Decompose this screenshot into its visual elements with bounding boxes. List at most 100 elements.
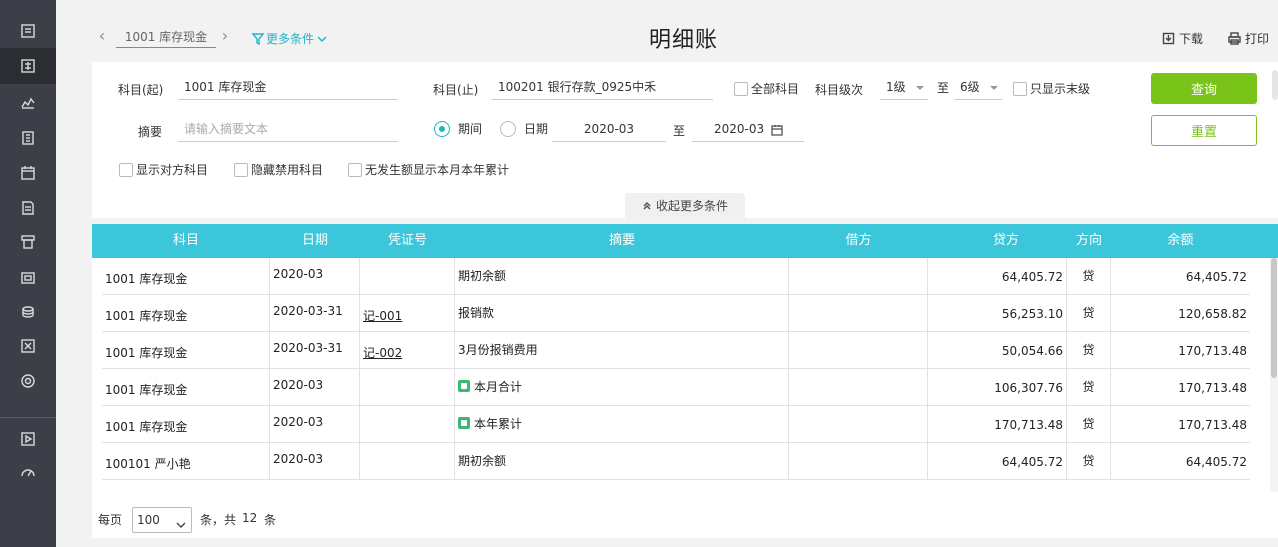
period-range-separator: 至: [673, 124, 686, 138]
col-header-debit[interactable]: 借方: [789, 224, 928, 258]
calendar-icon[interactable]: [771, 124, 783, 136]
nav-voucher-icon[interactable]: [0, 13, 56, 49]
download-label: 下载: [1179, 32, 1204, 46]
cell-debit: [789, 258, 928, 295]
summary-total-icon: [458, 417, 470, 429]
cell-voucher[interactable]: 记-002: [360, 332, 455, 369]
nav-report-icon[interactable]: [0, 84, 56, 120]
nav-archive-icon[interactable]: [0, 224, 56, 260]
table-row[interactable]: 1001 库存现金 2020-03 期初余额 64,405.72 贷 64,405.72: [102, 258, 1250, 295]
more-conditions-toggle[interactable]: 更多条件: [252, 30, 328, 47]
cell-date: 2020-03-31: [270, 332, 360, 369]
col-header-voucher[interactable]: 凭证号: [360, 224, 455, 258]
period-to-value: 2020-03: [714, 122, 765, 136]
hide-disabled-checkbox[interactable]: 隐藏禁用科目: [234, 161, 323, 178]
table-row[interactable]: 1001 库存现金 2020-03-31 记-001 报销款 56,253.10 贷 120…: [102, 295, 1250, 332]
cell-debit: [789, 406, 928, 443]
show-counter-account-checkbox[interactable]: 显示对方科目: [119, 161, 208, 178]
nav-tax-icon[interactable]: [0, 328, 56, 364]
cell-voucher: [360, 443, 455, 480]
cell-balance: 170,713.48: [1178, 381, 1247, 395]
prev-subject-chevron-left-icon[interactable]: ‹: [96, 28, 108, 44]
print-button[interactable]: 打印: [1228, 30, 1269, 47]
col-header-subject[interactable]: 科目: [102, 224, 270, 258]
nav-cashier-icon[interactable]: [0, 260, 56, 296]
date-radio[interactable]: 日期: [500, 120, 548, 137]
summary-input[interactable]: 请输入摘要文本: [178, 118, 398, 142]
table-row[interactable]: 1001 库存现金 2020-03 本月合计 106,307.76 贷 170,713.4…: [102, 369, 1250, 406]
page-size-select[interactable]: 100: [132, 507, 192, 533]
cell-subject: 100101 严小艳: [102, 443, 270, 480]
reset-button[interactable]: 重置: [1151, 115, 1257, 146]
period-from-input[interactable]: 2020-03: [552, 118, 666, 142]
cell-direction: 贷: [1067, 406, 1111, 443]
summary-label: 摘要: [138, 125, 163, 139]
cell-credit: 64,405.72: [928, 443, 1067, 480]
all-subjects-checkbox[interactable]: 全部科目: [734, 80, 799, 97]
cell-summary: 本月合计: [455, 369, 789, 406]
download-button[interactable]: 下载: [1162, 30, 1203, 47]
level-from-select[interactable]: 1级: [880, 76, 928, 100]
cell-direction: 贷: [1067, 332, 1111, 369]
level-from-value: 1级: [886, 80, 906, 94]
col-header-date[interactable]: 日期: [270, 224, 360, 258]
nav-coins-icon[interactable]: [0, 294, 56, 330]
no-amount-accum-box: [348, 162, 362, 177]
hide-disabled-box: [234, 162, 248, 177]
nav-calendar-icon[interactable]: [0, 155, 56, 191]
col-header-summary[interactable]: 摘要: [455, 224, 789, 258]
ledger-table: 科目 日期 凭证号 摘要 借方 贷方 方向 余额 1001 库存现金 2020-0…: [92, 224, 1278, 492]
next-subject-chevron-right-icon[interactable]: ›: [219, 28, 231, 44]
leaf-only-checkbox[interactable]: 只显示末级: [1013, 80, 1090, 97]
cell-subject: 1001 库存现金: [102, 406, 270, 443]
summary-text: 报销款: [458, 306, 495, 320]
cell-credit: 56,253.10: [928, 295, 1067, 332]
col-header-direction[interactable]: 方向: [1067, 224, 1111, 258]
current-subject-selector[interactable]: 1001 库存现金: [116, 28, 216, 48]
show-counter-account-label: 显示对方科目: [136, 163, 209, 177]
cell-credit: 106,307.76: [928, 369, 1067, 406]
table-row[interactable]: 1001 库存现金 2020-03-31 记-002 3月份报销费用 50,054.66…: [102, 332, 1250, 369]
table-scrollbar[interactable]: [1270, 258, 1278, 492]
level-to-value: 6级: [960, 80, 980, 94]
table-row[interactable]: 100101 严小艳 2020-03 期初余额 64,405.72 贷 64,405.72: [102, 443, 1250, 480]
left-nav-rail: [0, 0, 56, 547]
pager: 每页 100 条，共 12 条: [92, 492, 1278, 538]
period-radio-dot: [434, 120, 450, 137]
cell-date: 2020-03: [270, 258, 360, 295]
subject-to-input[interactable]: 100201 银行存款_0925中禾: [492, 76, 713, 100]
cell-subject: 1001 库存现金: [102, 369, 270, 406]
total-prefix: 条，共: [200, 513, 237, 527]
page-size-value: 100: [137, 513, 160, 527]
date-radio-dot: [500, 120, 516, 137]
cell-summary: 本年累计: [455, 406, 789, 443]
nav-building-icon[interactable]: [0, 120, 56, 156]
nav-ledger-icon[interactable]: [0, 48, 56, 84]
chevron-down-icon: [317, 36, 327, 42]
query-button[interactable]: 查询: [1151, 73, 1257, 104]
period-to-input[interactable]: 2020-03: [692, 118, 804, 142]
level-to-select[interactable]: 6级: [954, 76, 1002, 100]
panel-scrollbar-thumb[interactable]: [1272, 70, 1278, 100]
period-radio[interactable]: 期间: [434, 120, 482, 137]
table-scrollbar-thumb[interactable]: [1271, 258, 1277, 378]
cell-date: 2020-03: [270, 443, 360, 480]
nav-settings-icon[interactable]: [0, 363, 56, 399]
rail-divider: [0, 417, 56, 418]
nav-video-icon[interactable]: [0, 421, 56, 457]
col-header-credit[interactable]: 贷方: [928, 224, 1067, 258]
voucher-link[interactable]: 记-002: [363, 346, 402, 360]
col-header-balance[interactable]: 余额: [1111, 224, 1250, 258]
subject-from-input[interactable]: 1001 库存现金: [178, 76, 398, 100]
summary-text: 本月合计: [474, 380, 523, 394]
nav-speed-icon[interactable]: [0, 454, 56, 490]
collapse-conditions-button[interactable]: 收起更多条件: [625, 193, 745, 218]
summary-text: 期初余额: [458, 454, 507, 468]
table-row[interactable]: 1001 库存现金 2020-03 本年累计 170,713.48 贷 170,713.4…: [102, 406, 1250, 443]
no-amount-accum-checkbox[interactable]: 无发生额显示本月本年累计: [348, 161, 509, 178]
date-radio-label: 日期: [524, 122, 549, 136]
cell-voucher[interactable]: 记-001: [360, 295, 455, 332]
page-header: ‹ 1001 库存现金 › 更多条件 明细账 下载 打印: [56, 0, 1278, 62]
nav-document-icon[interactable]: [0, 190, 56, 226]
voucher-link[interactable]: 记-001: [363, 309, 402, 323]
